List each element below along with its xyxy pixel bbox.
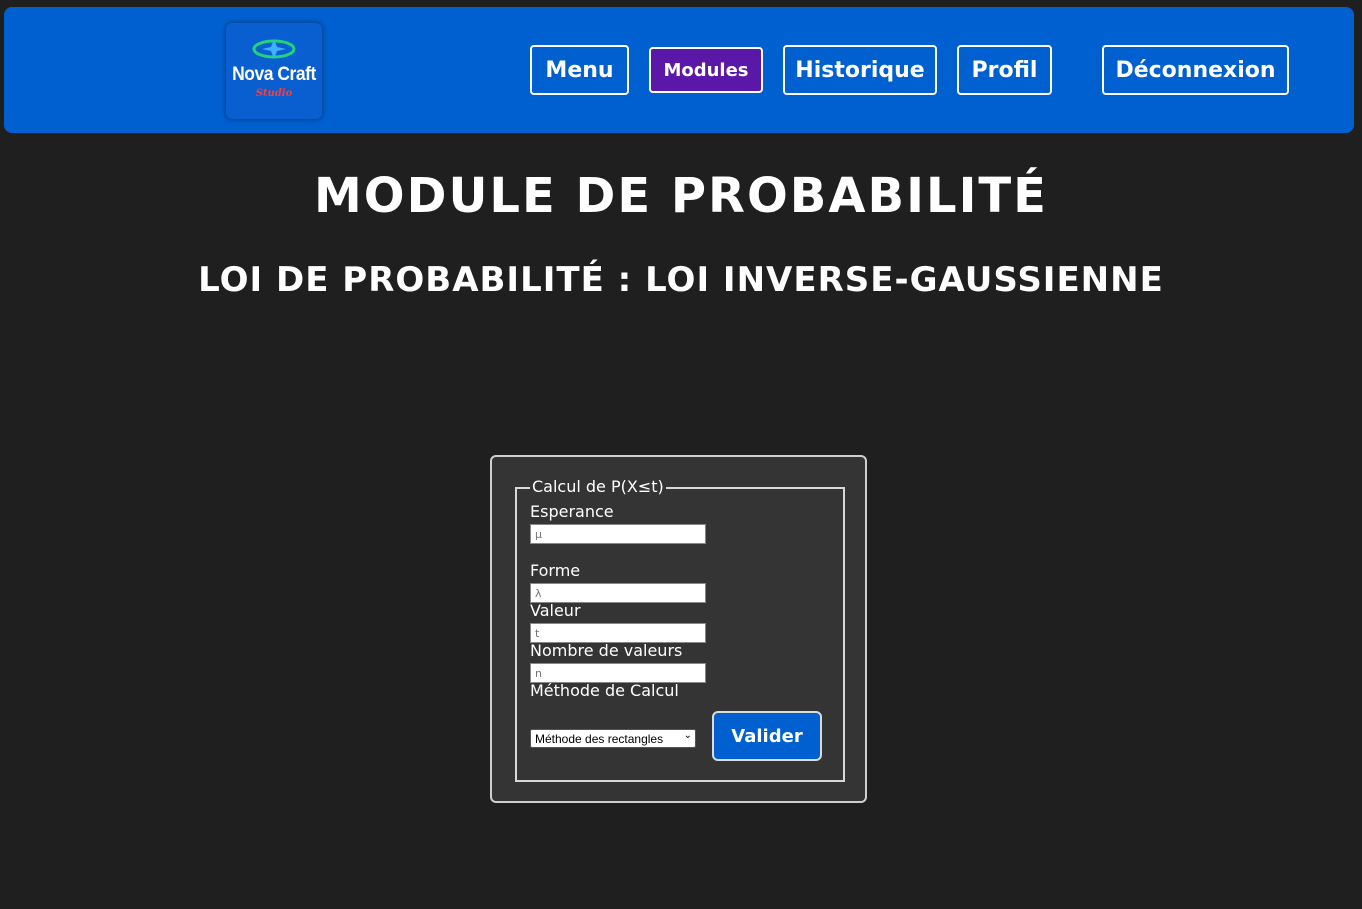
logo-subtitle: Studio [255, 88, 293, 99]
nav-profil-button[interactable]: Profil [957, 45, 1052, 95]
methode-selected-value: Méthode des rectangles [535, 731, 664, 746]
page-title: MODULE DE PROBABILITÉ [314, 168, 1048, 224]
esperance-label: Esperance [530, 502, 614, 521]
nova-craft-logo[interactable]: Nova Craft Studio [226, 23, 322, 119]
top-header: Nova Craft Studio Menu Modules Historiqu… [4, 7, 1354, 133]
valeur-label: Valeur [530, 601, 581, 620]
forme-input[interactable] [530, 583, 706, 603]
esperance-input[interactable] [530, 524, 706, 544]
nombre-valeurs-input[interactable] [530, 663, 706, 683]
fieldset-legend: Calcul de P(X≤t) [530, 477, 666, 496]
chevron-down-icon: ⌄ [683, 730, 692, 741]
nombre-valeurs-label: Nombre de valeurs [530, 641, 683, 660]
page-subtitle: LOI DE PROBABILITÉ : LOI INVERSE-GAUSSIE… [198, 260, 1164, 300]
calculation-fieldset: Calcul de P(X≤t) Esperance Forme Valeur … [515, 477, 845, 782]
methode-select[interactable]: Méthode des rectangles ⌄ [530, 729, 696, 748]
valider-button[interactable]: Valider [712, 711, 822, 761]
orbit-star-icon [252, 39, 296, 59]
forme-label: Forme [530, 561, 581, 580]
nav-historique-button[interactable]: Historique [783, 45, 937, 95]
nav-deconnexion-button[interactable]: Déconnexion [1102, 45, 1289, 95]
nav-menu-button[interactable]: Menu [530, 45, 629, 95]
calculation-card: Calcul de P(X≤t) Esperance Forme Valeur … [490, 455, 867, 803]
valeur-input[interactable] [530, 623, 706, 643]
methode-label: Méthode de Calcul [530, 681, 679, 700]
logo-name: Nova Craft [232, 64, 316, 85]
nav-modules-button[interactable]: Modules [649, 47, 763, 93]
